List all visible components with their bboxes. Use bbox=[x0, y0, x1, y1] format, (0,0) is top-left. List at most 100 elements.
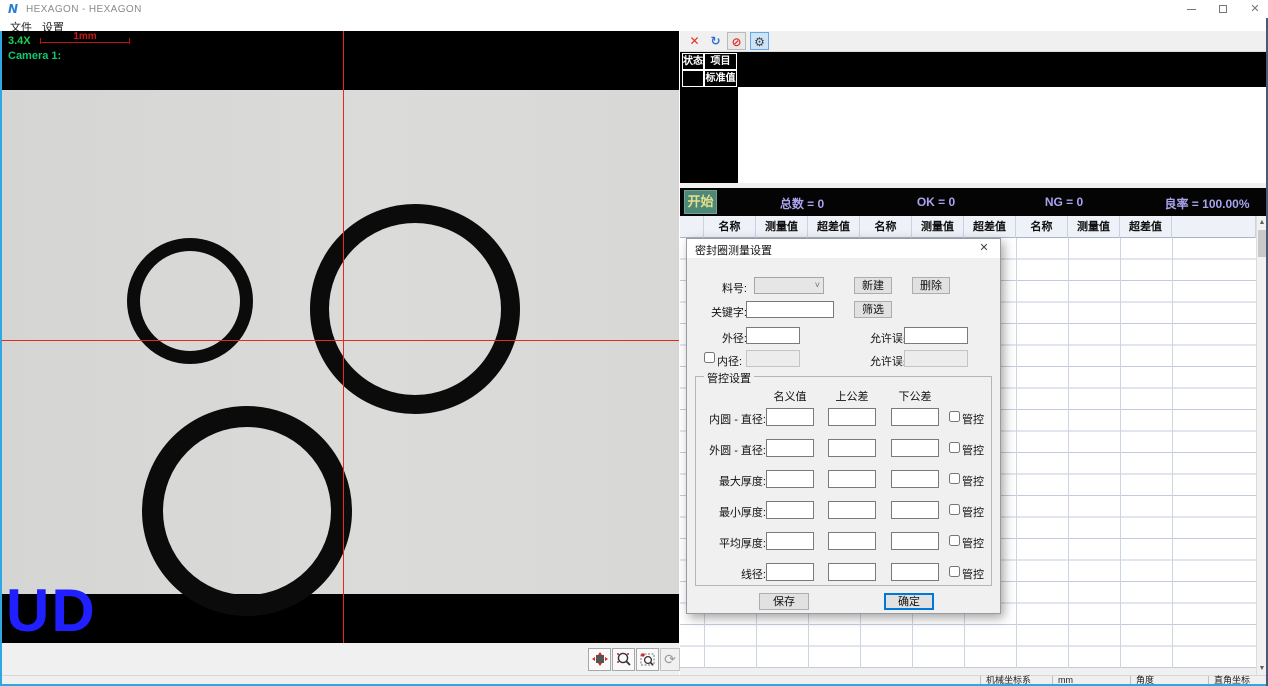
grid-vertical-line bbox=[1016, 238, 1017, 668]
results-column-header: 名称 bbox=[860, 216, 912, 238]
tolerance-column-header: 上公差 bbox=[828, 388, 876, 404]
tolerance-column-header: 下公差 bbox=[891, 388, 939, 404]
avg-thickness-upper-tol-input[interactable] bbox=[828, 532, 876, 550]
min-thickness-control-label: 管控 bbox=[962, 504, 984, 520]
max-thickness-control-label: 管控 bbox=[962, 473, 984, 489]
camera-toolbar: ⟳ bbox=[2, 643, 679, 675]
start-button[interactable]: 开始 bbox=[684, 190, 717, 214]
part-number-dropdown[interactable]: ˅ bbox=[754, 277, 824, 294]
results-column-header: 测量值 bbox=[756, 216, 808, 238]
inner-diameter-checkbox[interactable] bbox=[704, 352, 715, 363]
camera-viewport: 3.4X 1mm Camera 1: UD bbox=[2, 31, 679, 643]
results-column-header: 名称 bbox=[704, 216, 756, 238]
outer-diameter-input[interactable] bbox=[746, 327, 800, 344]
outer-circle-diameter-nominal-input[interactable] bbox=[766, 439, 814, 457]
min-thickness-control-checkbox[interactable] bbox=[949, 504, 960, 515]
program-item-area: 状态项目标准值 bbox=[680, 52, 1266, 183]
wire-diameter-label: 线径: bbox=[702, 566, 766, 582]
program-header-cell: 状态 bbox=[682, 53, 704, 70]
outer-diameter-label: 外径: bbox=[695, 330, 747, 346]
stat-item: NG = 0 bbox=[1045, 195, 1083, 209]
keyword-input[interactable] bbox=[746, 301, 834, 318]
tolerance-column-header: 名义值 bbox=[766, 388, 814, 404]
delete-item-button[interactable]: ✕ bbox=[685, 32, 704, 50]
inner-circle-diameter-control-label: 管控 bbox=[962, 411, 984, 427]
region-zoom-button[interactable] bbox=[636, 648, 659, 671]
avg-thickness-control-checkbox[interactable] bbox=[949, 535, 960, 546]
scale-line bbox=[40, 42, 130, 43]
min-thickness-label: 最小厚度: bbox=[702, 504, 766, 520]
wire-diameter-nominal-input[interactable] bbox=[766, 563, 814, 581]
crosshair-vertical-line bbox=[343, 31, 344, 643]
wire-diameter-upper-tol-input[interactable] bbox=[828, 563, 876, 581]
seal-ring-bottom bbox=[142, 406, 352, 616]
inner-circle-diameter-lower-tol-input[interactable] bbox=[891, 408, 939, 426]
max-thickness-upper-tol-input[interactable] bbox=[828, 470, 876, 488]
settings-gear-button[interactable]: ⚙ bbox=[750, 32, 769, 50]
min-thickness-nominal-input[interactable] bbox=[766, 501, 814, 519]
keyword-label: 关键字: bbox=[695, 304, 747, 320]
seal-ring-large bbox=[310, 204, 520, 414]
minimize-button[interactable] bbox=[1178, 0, 1204, 18]
disable-item-button[interactable]: ⊘ bbox=[727, 32, 746, 50]
avg-thickness-lower-tol-input[interactable] bbox=[891, 532, 939, 550]
new-button[interactable]: 新建 bbox=[854, 277, 892, 294]
statistics-bar: 开始 总数 = 0OK = 0NG = 0良率 = 100.00% bbox=[680, 188, 1266, 216]
outer-circle-diameter-control-label: 管控 bbox=[962, 442, 984, 458]
results-table-header: 名称测量值超差值名称测量值超差值名称测量值超差值 bbox=[680, 216, 1256, 238]
title-bar: N HEXAGON - HEXAGON ✕ bbox=[0, 0, 1268, 18]
results-column-header: 超差值 bbox=[1120, 216, 1172, 238]
dialog-close-button[interactable]: ✕ bbox=[970, 239, 998, 258]
max-thickness-nominal-input[interactable] bbox=[766, 470, 814, 488]
delete-button[interactable]: 删除 bbox=[912, 277, 950, 294]
refresh-icon: ⟳ bbox=[664, 651, 676, 667]
zoom-button[interactable] bbox=[612, 648, 635, 671]
results-column-header: 超差值 bbox=[808, 216, 860, 238]
inner-diameter-label: 内径: bbox=[717, 353, 747, 369]
dialog-title: 密封圈测量设置 bbox=[695, 242, 772, 258]
dialog-title-bar: 密封圈测量设置 ✕ bbox=[687, 239, 1000, 258]
restore-button[interactable] bbox=[1210, 0, 1236, 18]
min-thickness-lower-tol-input[interactable] bbox=[891, 501, 939, 519]
close-window-button[interactable]: ✕ bbox=[1242, 0, 1268, 18]
camera-image bbox=[2, 90, 679, 594]
outer-circle-diameter-lower-tol-input[interactable] bbox=[891, 439, 939, 457]
zoom-magnifier-icon bbox=[616, 652, 632, 667]
max-thickness-lower-tol-input[interactable] bbox=[891, 470, 939, 488]
wire-diameter-lower-tol-input[interactable] bbox=[891, 563, 939, 581]
actual-size-button[interactable] bbox=[588, 648, 611, 671]
results-table-footer bbox=[680, 668, 1266, 675]
refresh-items-button[interactable]: ↻ bbox=[706, 32, 725, 50]
app-logo-icon: N bbox=[8, 2, 18, 16]
save-button[interactable]: 保存 bbox=[759, 593, 809, 610]
inner-circle-diameter-control-checkbox[interactable] bbox=[949, 411, 960, 422]
program-header-band bbox=[680, 52, 1266, 87]
scale-bar: 1mm bbox=[40, 31, 130, 47]
inner-circle-diameter-nominal-input[interactable] bbox=[766, 408, 814, 426]
program-header-cell bbox=[682, 70, 704, 87]
chevron-down-icon: ˅ bbox=[815, 280, 820, 290]
outer-circle-diameter-upper-tol-input[interactable] bbox=[828, 439, 876, 457]
outer-circle-diameter-control-checkbox[interactable] bbox=[949, 442, 960, 453]
orientation-watermark: UD bbox=[6, 581, 97, 641]
magnification-label: 3.4X bbox=[8, 35, 31, 47]
outer-tolerance-input[interactable] bbox=[904, 327, 968, 344]
actual-size-icon bbox=[592, 652, 608, 666]
max-thickness-label: 最大厚度: bbox=[702, 473, 766, 489]
menu-bar: 文件设置 bbox=[0, 18, 1268, 31]
scrollbar-thumb[interactable] bbox=[1258, 230, 1266, 257]
outer-circle-diameter-label: 外圆 - 直径: bbox=[702, 442, 766, 458]
scale-tick-right bbox=[129, 38, 130, 44]
ok-button[interactable]: 确定 bbox=[884, 593, 934, 610]
results-scrollbar[interactable]: ▲ ▼ bbox=[1256, 216, 1266, 675]
inner-circle-diameter-upper-tol-input[interactable] bbox=[828, 408, 876, 426]
max-thickness-control-checkbox[interactable] bbox=[949, 473, 960, 484]
stat-item: 总数 = 0 bbox=[780, 195, 824, 212]
window-title: HEXAGON - HEXAGON bbox=[26, 4, 142, 15]
stat-item: 良率 = 100.00% bbox=[1164, 195, 1249, 212]
wire-diameter-control-checkbox[interactable] bbox=[949, 566, 960, 577]
min-thickness-upper-tol-input[interactable] bbox=[828, 501, 876, 519]
grid-vertical-line bbox=[1172, 238, 1173, 668]
avg-thickness-nominal-input[interactable] bbox=[766, 532, 814, 550]
filter-button[interactable]: 筛选 bbox=[854, 301, 892, 318]
